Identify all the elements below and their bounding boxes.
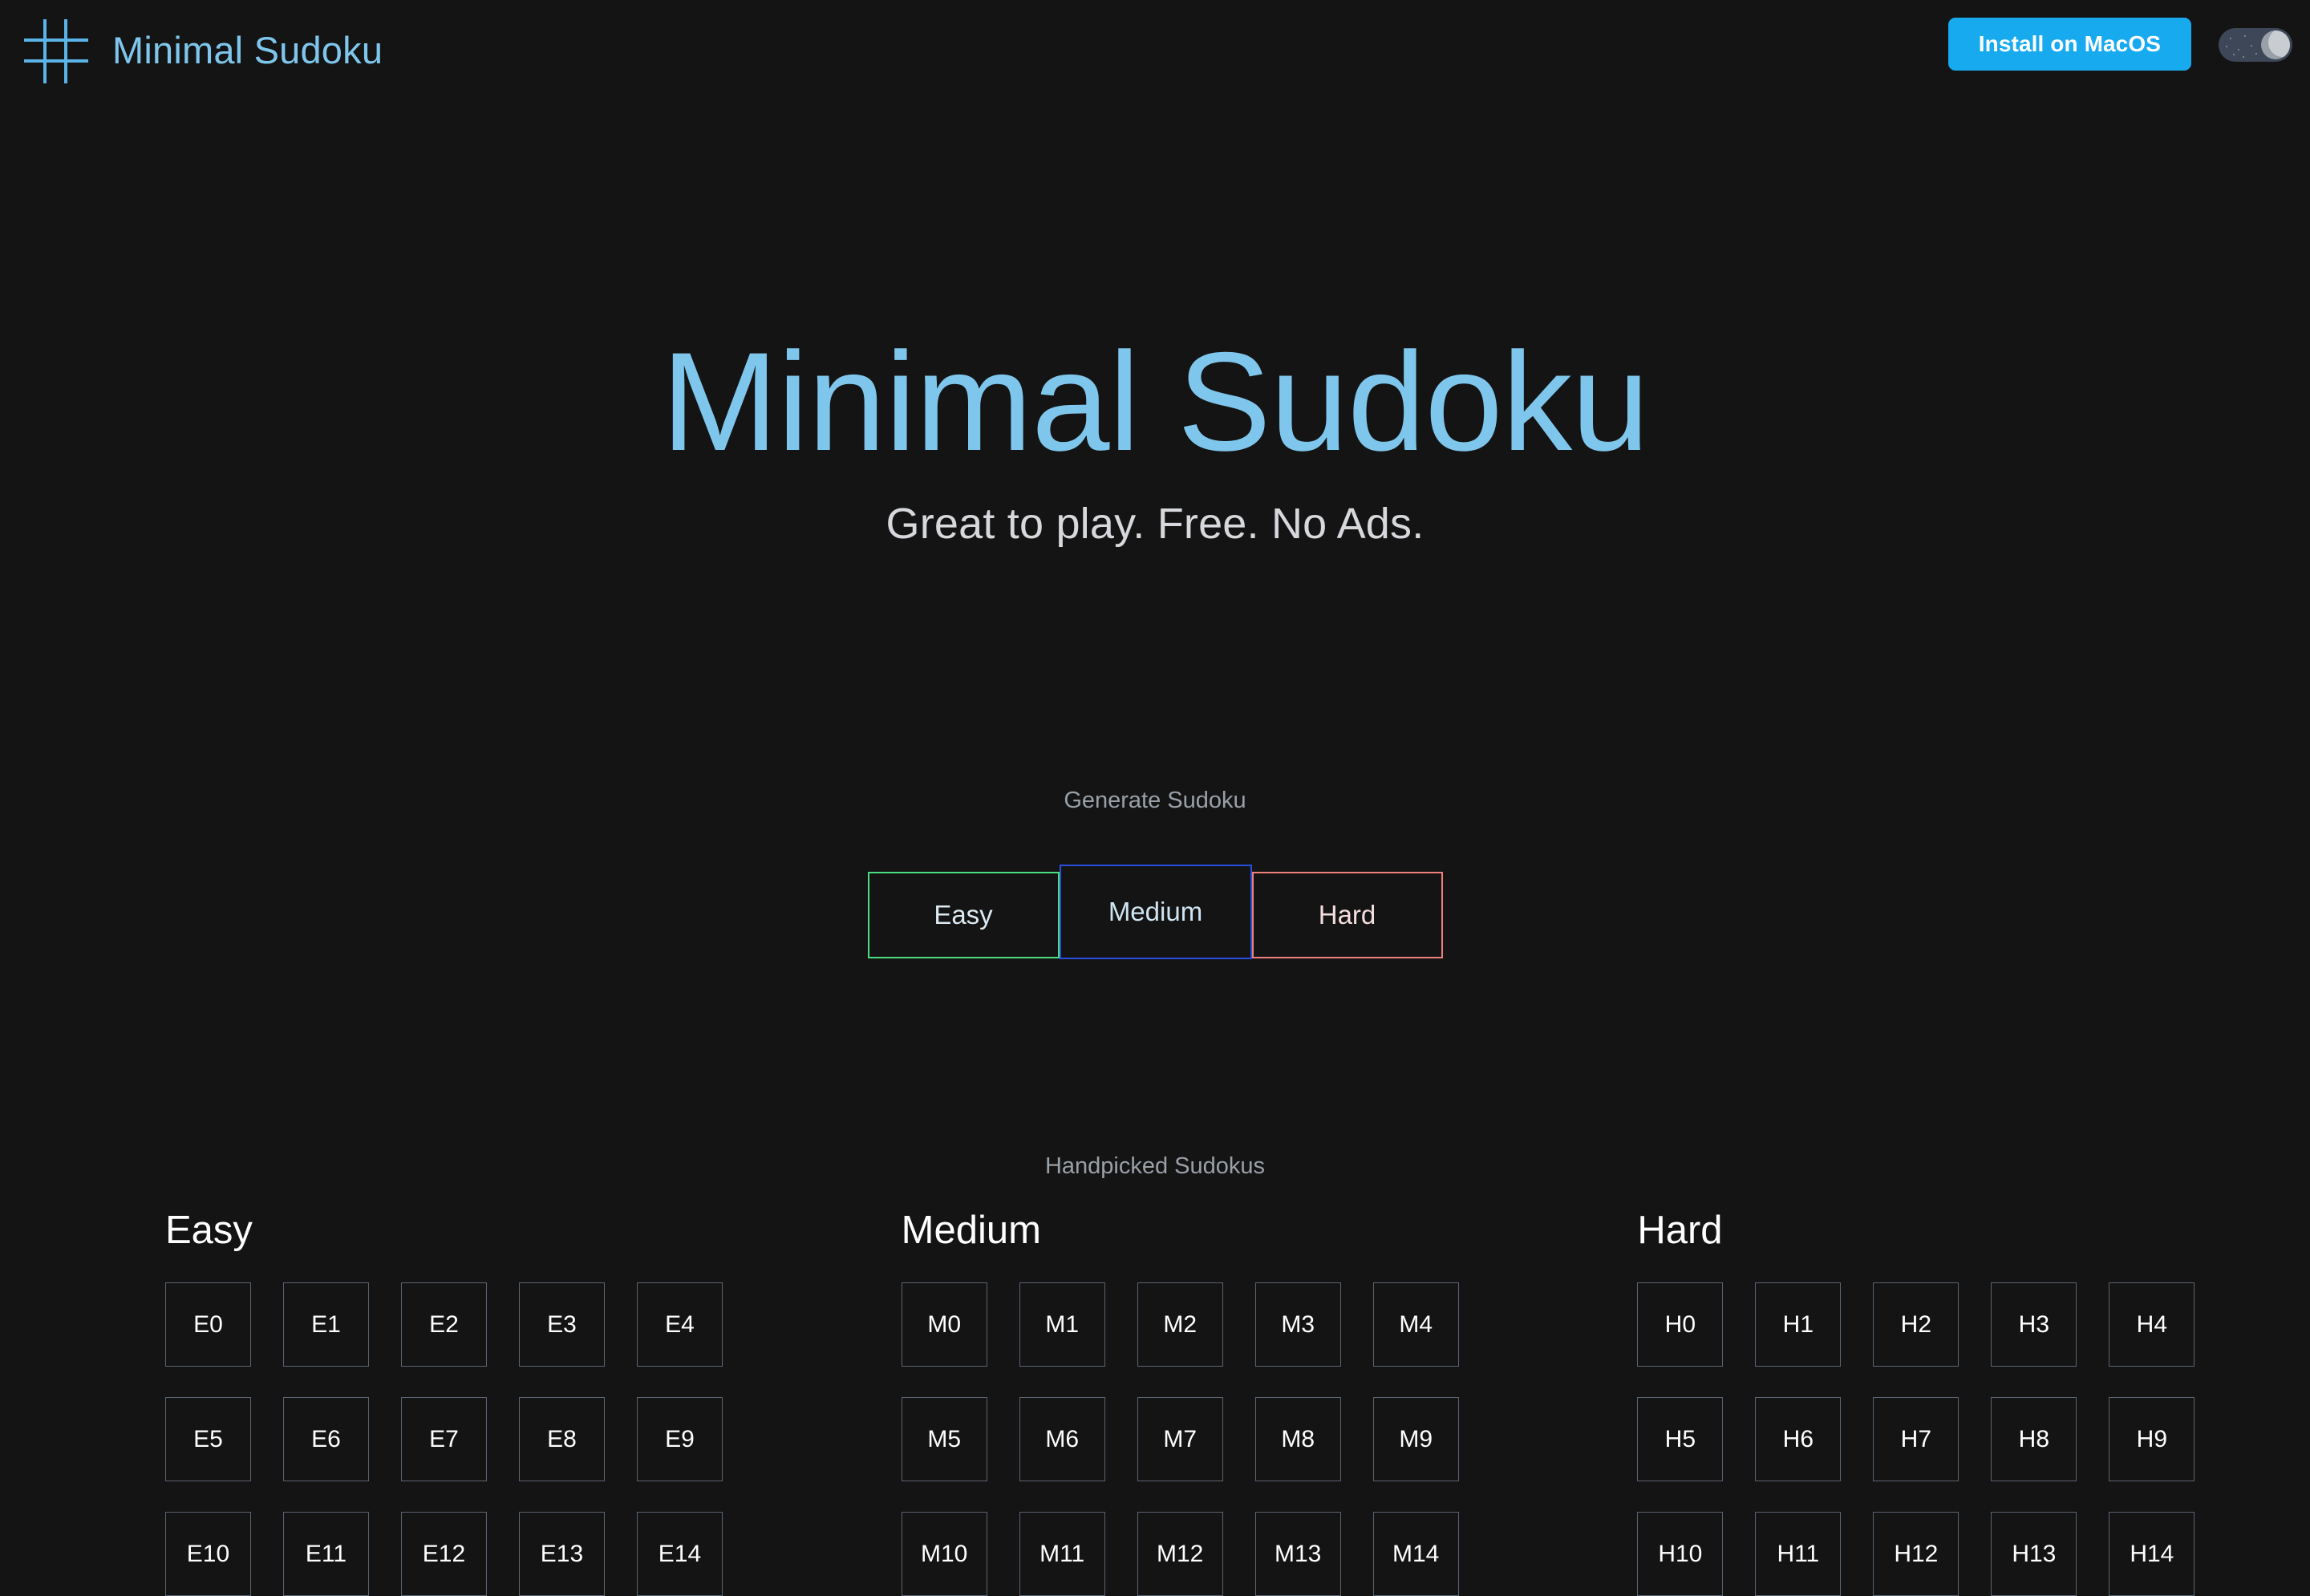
generate-difficulty-buttons: Easy Medium Hard [0, 865, 2310, 959]
install-on-macos-button[interactable]: Install on MacOS [1947, 18, 2191, 71]
puzzle-button[interactable]: M13 [1254, 1512, 1341, 1596]
puzzle-button[interactable]: M9 [1372, 1397, 1459, 1481]
puzzle-button[interactable]: H10 [1637, 1512, 1724, 1596]
puzzle-button[interactable]: E4 [637, 1282, 723, 1367]
theme-toggle[interactable] [2219, 28, 2292, 62]
puzzle-button[interactable]: E13 [519, 1512, 605, 1596]
generate-sudoku-label: Generate Sudoku [1064, 788, 1246, 813]
column-title-hard: Hard [1637, 1209, 1723, 1252]
puzzle-button[interactable]: H13 [1991, 1512, 2077, 1596]
puzzle-button[interactable]: H8 [1991, 1397, 2077, 1481]
puzzle-button[interactable]: H14 [2109, 1512, 2195, 1596]
puzzle-button[interactable]: M5 [901, 1397, 987, 1481]
puzzle-button[interactable]: E6 [283, 1397, 369, 1481]
puzzle-button[interactable]: M7 [1137, 1397, 1223, 1481]
puzzle-button[interactable]: E8 [519, 1397, 605, 1481]
puzzle-button[interactable]: M1 [1019, 1282, 1105, 1367]
handpicked-column-medium: Medium M0 M1 M2 M3 M4 M5 M6 M7 M8 M9 M10 M11 M12 M13 M… [901, 1209, 1574, 1596]
puzzle-button[interactable]: H2 [1873, 1282, 1959, 1367]
puzzle-button[interactable]: E12 [401, 1512, 487, 1596]
page-title: Minimal Sudoku [661, 324, 1650, 480]
puzzle-button[interactable]: E11 [283, 1512, 369, 1596]
puzzle-button[interactable]: E0 [165, 1282, 251, 1367]
puzzle-button[interactable]: H1 [1755, 1282, 1842, 1367]
hero-section: Minimal Sudoku Great to play. Free. No A… [0, 329, 2310, 549]
generate-medium-button[interactable]: Medium [1059, 865, 1252, 959]
puzzle-grid-easy: E0 E1 E2 E3 E4 E5 E6 E7 E8 E9 E10 E11 E12 E13 E14 [165, 1282, 838, 1596]
puzzle-button[interactable]: E14 [637, 1512, 723, 1596]
puzzle-button[interactable]: H9 [2109, 1397, 2195, 1481]
generate-easy-button[interactable]: Easy [867, 872, 1060, 958]
puzzle-button[interactable]: H0 [1637, 1282, 1724, 1367]
puzzle-button[interactable]: E3 [519, 1282, 605, 1367]
sudoku-grid-hash-icon[interactable] [18, 14, 91, 88]
puzzle-button[interactable]: H7 [1873, 1397, 1959, 1481]
puzzle-button[interactable]: H4 [2109, 1282, 2195, 1367]
page-subtitle: Great to play. Free. No Ads. [886, 499, 1424, 548]
puzzle-button[interactable]: M0 [901, 1282, 987, 1367]
handpicked-column-hard: Hard H0 H1 H2 H3 H4 H5 H6 H7 H8 H9 H10 H11 H12 H13 H14 [1637, 1211, 2310, 1596]
brand-title: Minimal Sudoku [112, 29, 383, 71]
column-title-easy: Easy [165, 1209, 253, 1252]
puzzle-button[interactable]: H3 [1991, 1282, 2077, 1367]
generate-hard-button[interactable]: Hard [1251, 872, 1443, 958]
puzzle-button[interactable]: M10 [901, 1512, 987, 1596]
puzzle-button[interactable]: E5 [165, 1397, 251, 1481]
puzzle-button[interactable]: M3 [1254, 1282, 1341, 1367]
puzzle-grid-medium: M0 M1 M2 M3 M4 M5 M6 M7 M8 M9 M10 M11 M12 M13 M14 [901, 1282, 1574, 1596]
puzzle-button[interactable]: E2 [401, 1282, 487, 1367]
puzzle-button[interactable]: M14 [1372, 1512, 1459, 1596]
puzzle-button[interactable]: M11 [1019, 1512, 1105, 1596]
puzzle-button[interactable]: M12 [1137, 1512, 1223, 1596]
moon-icon [2261, 30, 2290, 59]
puzzle-button[interactable]: H5 [1637, 1397, 1724, 1481]
puzzle-button[interactable]: M4 [1372, 1282, 1459, 1367]
puzzle-button[interactable]: E1 [283, 1282, 369, 1367]
puzzle-button[interactable]: E10 [165, 1512, 251, 1596]
puzzle-button[interactable]: E7 [401, 1397, 487, 1481]
puzzle-button[interactable]: H11 [1755, 1512, 1842, 1596]
handpicked-columns: Easy E0 E1 E2 E3 E4 E5 E6 E7 E8 E9 E10 E11 E12 E13 E14… [0, 1211, 2310, 1596]
column-title-medium: Medium [901, 1209, 1041, 1252]
puzzle-button[interactable]: E9 [637, 1397, 723, 1481]
puzzle-button[interactable]: H6 [1755, 1397, 1842, 1481]
puzzle-button[interactable]: H12 [1873, 1512, 1959, 1596]
app-header: Minimal Sudoku Install on MacOS [0, 0, 2310, 103]
puzzle-grid-hard: H0 H1 H2 H3 H4 H5 H6 H7 H8 H9 H10 H11 H12 H13 H14 [1637, 1282, 2310, 1596]
handpicked-sudokus-label: Handpicked Sudokus [1044, 1153, 1266, 1179]
puzzle-button[interactable]: M6 [1019, 1397, 1105, 1481]
puzzle-button[interactable]: M8 [1254, 1397, 1341, 1481]
handpicked-column-easy: Easy E0 E1 E2 E3 E4 E5 E6 E7 E8 E9 E10 E11 E12 E13 E14 [165, 1211, 838, 1596]
puzzle-button[interactable]: M2 [1137, 1282, 1223, 1367]
